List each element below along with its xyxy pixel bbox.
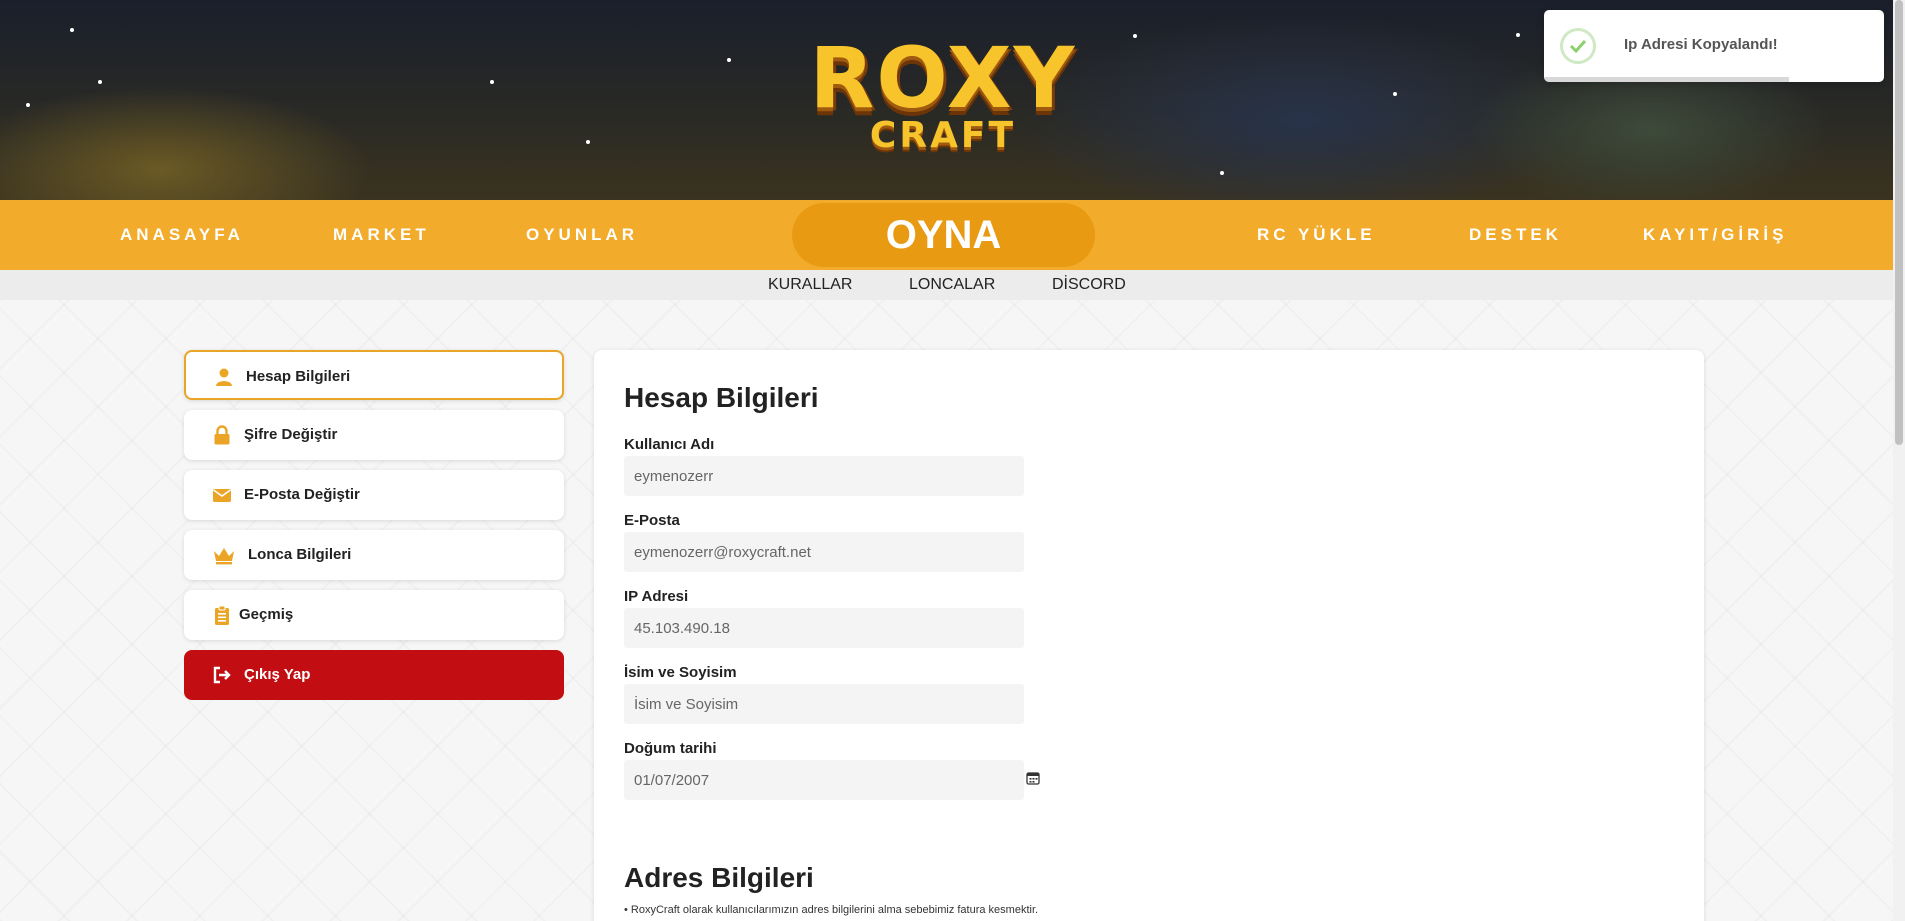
sidebar-item-lonca-bilgileri[interactable]: Lonca Bilgileri (184, 530, 564, 580)
logout-button[interactable]: Çıkış Yap (184, 650, 564, 700)
account-title: Hesap Bilgileri (624, 382, 819, 413)
address-title: Adres Bilgileri (624, 862, 814, 893)
birth-date-label: Doğum tarihi (624, 740, 717, 757)
birth-date-field[interactable] (624, 760, 1024, 800)
sparkle (1220, 171, 1224, 175)
sidebar-item-label: E-Posta Değiştir (244, 486, 360, 503)
username-label: Kullanıcı Adı (624, 436, 715, 453)
sign-out-icon (213, 666, 231, 684)
nav-oyunlar[interactable]: OYUNLAR (526, 200, 638, 270)
email-label: E-Posta (624, 512, 680, 529)
account-card: Hesap Bilgileri Kullanıcı Adı E-Posta IP… (594, 350, 1704, 921)
sparkle (586, 140, 590, 144)
username-field[interactable] (624, 456, 1024, 496)
sparkle (1133, 34, 1137, 38)
clipboard-icon (215, 605, 229, 625)
sidebar-item-label: Hesap Bilgileri (246, 368, 351, 385)
copy-toast[interactable]: Ip Adresi Kopyalandı! (1544, 10, 1884, 82)
page: ROXY CRAFT ANASAYFA MARKET OYUNLAR RC YÜ… (0, 0, 1893, 921)
check-icon (1569, 39, 1587, 54)
sparkle (26, 103, 30, 107)
page-scrollbar[interactable] (1893, 0, 1905, 921)
crown-icon (214, 548, 234, 565)
logo-text-roxy: ROXY (809, 29, 1077, 127)
sparkle (1516, 33, 1520, 37)
sidebar-item-label: Çıkış Yap (244, 666, 311, 683)
nav-anasayfa[interactable]: ANASAYFA (120, 200, 244, 270)
subnav-discord[interactable]: DİSCORD (1052, 270, 1126, 300)
ip-field[interactable] (624, 608, 1024, 648)
sparkle (70, 28, 74, 32)
sidebar-item-label: Geçmiş (239, 606, 294, 623)
play-button[interactable]: OYNA (792, 203, 1095, 267)
sidebar-item-label: Lonca Bilgileri (248, 546, 352, 563)
name-label: İsim ve Soyisim (624, 664, 737, 681)
sidebar-item-gecmis[interactable]: Geçmiş (184, 590, 564, 640)
subnav-loncalar[interactable]: LONCALAR (909, 270, 995, 300)
nav-rc-yukle[interactable]: RC YÜKLE (1257, 200, 1376, 270)
sparkle (98, 80, 102, 84)
subnav-kurallar[interactable]: KURALLAR (768, 270, 852, 300)
user-icon (216, 368, 232, 386)
sidebar-item-label: Şifre Değiştir (244, 426, 338, 443)
lock-icon (214, 425, 230, 445)
ip-label: IP Adresi (624, 588, 689, 605)
nav-destek[interactable]: DESTEK (1469, 200, 1562, 270)
sparkle (1393, 92, 1397, 96)
address-note: • RoxyCraft olarak kullanıcılarımızın ad… (624, 904, 1039, 916)
nav-market[interactable]: MARKET (333, 200, 430, 270)
name-field[interactable] (624, 684, 1024, 724)
toast-message: Ip Adresi Kopyalandı! (1624, 36, 1778, 53)
sidebar-item-sifre-degistir[interactable]: Şifre Değiştir (184, 410, 564, 460)
nav-kayit-giris[interactable]: KAYIT/GİRİŞ (1643, 200, 1787, 270)
sidebar-item-hesap-bilgileri[interactable]: Hesap Bilgileri (184, 350, 564, 400)
sub-nav: KURALLAR LONCALAR DİSCORD (0, 270, 1893, 300)
roxycraft-logo[interactable]: ROXY CRAFT (797, 34, 1089, 164)
calendar-icon[interactable] (1026, 771, 1040, 785)
email-field[interactable] (624, 532, 1024, 572)
sparkle (727, 58, 731, 62)
check-circle-icon (1560, 28, 1596, 64)
sparkle (490, 80, 494, 84)
scrollbar-thumb[interactable] (1895, 0, 1903, 445)
address-note-text: RoxyCraft olarak kullanıcılarımızın adre… (630, 904, 1039, 916)
toast-progress-bar (1544, 77, 1789, 82)
envelope-icon (213, 489, 231, 502)
sidebar-item-eposta-degistir[interactable]: E-Posta Değiştir (184, 470, 564, 520)
birth-date-wrapper (624, 760, 1040, 800)
